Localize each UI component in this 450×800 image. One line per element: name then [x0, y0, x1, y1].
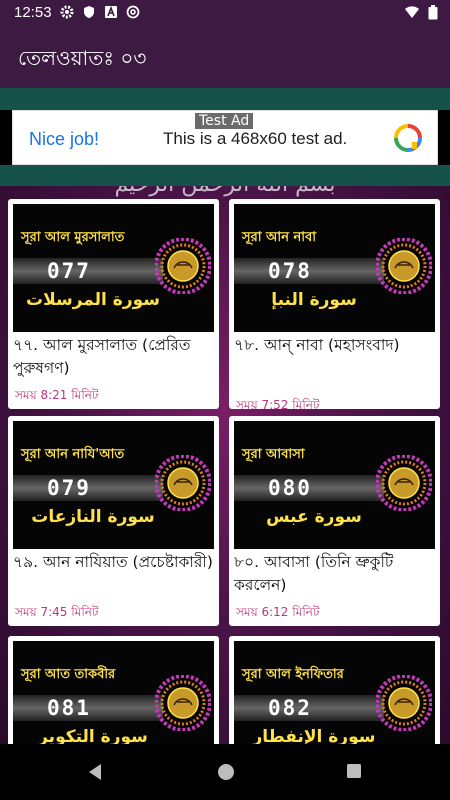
- thumb-arabic-name: سورة النازعات: [31, 507, 155, 527]
- surah-thumbnail: সূরা আবাসা 080 سورة عبس: [234, 421, 435, 549]
- thumb-number: 077: [47, 259, 91, 283]
- thumb-bengali-name: সূরা আবাসা: [242, 447, 305, 462]
- surah-duration: সময় 6:12 মিনিট: [236, 605, 320, 619]
- wifi-icon: [404, 5, 420, 24]
- thumb-number: 079: [47, 476, 91, 500]
- thumb-bengali-name: সূরা আত তাকবীর: [21, 667, 116, 682]
- gear-icon: [60, 5, 74, 19]
- home-icon[interactable]: [216, 762, 236, 786]
- ad-nice-job[interactable]: Nice job!: [29, 129, 99, 150]
- surah-duration: সময় 8:21 মিনিট: [15, 388, 99, 402]
- surah-duration: সময় 7:45 মিনিট: [15, 605, 99, 619]
- surah-card-081[interactable]: সূরা আত তাকবীর 081 سورة التكوير: [8, 636, 219, 744]
- surah-thumbnail: সূরা আন নাযি'আত 079 سورة النازعات: [13, 421, 214, 549]
- ad-label: Test Ad: [195, 113, 254, 129]
- thumb-number: 082: [268, 696, 312, 720]
- surah-thumbnail: সূরা আল ইনফিতার 082 سورة الإنفطار: [234, 641, 435, 744]
- teal-divider-top: [0, 88, 450, 110]
- back-icon[interactable]: [86, 762, 104, 786]
- thumb-arabic-name: سورة عبس: [266, 507, 362, 527]
- at-sign-icon: [126, 5, 140, 19]
- surah-thumbnail: সূরা আল মুরসালাত 077 سورة المرسلات: [13, 204, 214, 332]
- calligraphy-medallion-icon: [155, 238, 211, 294]
- thumb-arabic-name: سورة التكوير: [38, 727, 148, 744]
- surah-title: ৭৮. আন্ নাবা (মহাসংবাদ): [234, 336, 400, 354]
- thumb-bengali-name: সূরা আল মুরসালাত: [21, 230, 125, 245]
- thumb-bengali-name: সূরা আন নাযি'আত: [21, 447, 125, 462]
- thumb-number: 081: [47, 696, 91, 720]
- calligraphy-medallion-icon: [155, 675, 211, 731]
- thumb-arabic-name: سورة الإنفطار: [252, 727, 376, 744]
- a-badge-icon: [104, 5, 118, 19]
- surah-grid[interactable]: بسم الله الرحمن الرحيم সূরা আল মুরসালাত …: [0, 186, 450, 744]
- ad-logo-icon[interactable]: [393, 123, 423, 153]
- surah-thumbnail: সূরা আত তাকবীর 081 سورة التكوير: [13, 641, 214, 744]
- surah-title: ৮০. আবাসা (তিনি ভ্রুকুটি করলেন): [234, 553, 394, 594]
- bismillah-banner: بسم الله الرحمن الرحيم: [0, 186, 450, 197]
- surah-card-082[interactable]: সূরা আল ইনফিতার 082 سورة الإنفطار: [229, 636, 440, 744]
- app-bar: তেলওয়াতঃ ০৩: [0, 26, 450, 88]
- thumb-arabic-name: سورة المرسلات: [25, 290, 160, 310]
- system-nav-bar: [0, 744, 450, 800]
- calligraphy-medallion-icon: [376, 455, 432, 511]
- thumb-bengali-name: সূরা আন নাবা: [242, 230, 317, 245]
- thumb-number: 080: [268, 476, 312, 500]
- battery-icon: [428, 5, 438, 24]
- calligraphy-medallion-icon: [376, 238, 432, 294]
- thumb-number: 078: [268, 259, 312, 283]
- calligraphy-medallion-icon: [155, 455, 211, 511]
- thumb-arabic-name: سورة النبإ: [271, 290, 357, 310]
- thumb-bengali-name: সূরা আল ইনফিতার: [242, 667, 344, 682]
- surah-title: ৭৭. আল মুরসালাত (প্রেরিত পুরুষগণ): [13, 336, 191, 377]
- ad-text[interactable]: This is a 468x60 test ad.: [163, 129, 347, 149]
- surah-card-078[interactable]: সূরা আন নাবা 078 سورة النبإ ৭৮. আন্ নাবা…: [229, 199, 440, 412]
- surah-card-077[interactable]: সূরা আল মুরসালাত 077 سورة المرسلات ৭৭. আ…: [8, 199, 219, 409]
- shield-icon: [82, 5, 96, 19]
- surah-title: ৭৯. আন নাযিয়াত (প্রচেষ্টাকারী): [13, 553, 213, 571]
- surah-card-079[interactable]: সূরা আন নাযি'আত 079 سورة النازعات ৭৯. আন…: [8, 416, 219, 626]
- page-title: তেলওয়াতঃ ০৩: [18, 46, 147, 70]
- status-time: 12:53: [14, 4, 52, 21]
- teal-divider-bottom: [0, 165, 450, 186]
- recent-apps-icon[interactable]: [345, 762, 363, 784]
- surah-duration: সময় 7:52 মিনিট: [236, 398, 320, 412]
- calligraphy-medallion-icon: [376, 675, 432, 731]
- surah-thumbnail: সূরা আন নাবা 078 سورة النبإ: [234, 204, 435, 332]
- status-bar: 12:53: [0, 0, 450, 26]
- surah-card-080[interactable]: সূরা আবাসা 080 سورة عبس ৮০. আবাসা (তিনি …: [229, 416, 440, 626]
